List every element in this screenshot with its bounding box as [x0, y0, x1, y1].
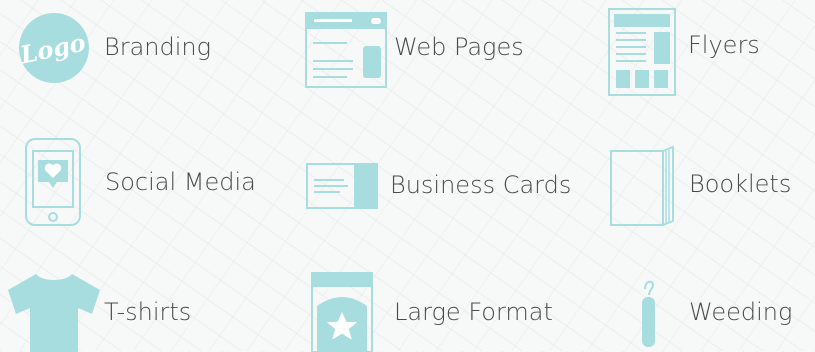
weeding-hook-icon	[638, 279, 658, 351]
service-label: Branding	[104, 33, 212, 61]
service-large-format[interactable]: Large Format	[295, 255, 585, 352]
banner-star-icon	[311, 272, 373, 352]
flyer-icon	[608, 8, 678, 98]
service-flyers[interactable]: Flyers	[595, 0, 810, 100]
service-social-media[interactable]: Social Media	[0, 125, 280, 235]
service-label: Flyers	[688, 31, 760, 59]
service-branding[interactable]: Logo Branding	[0, 0, 260, 100]
logo-badge-icon: Logo	[12, 13, 96, 83]
business-card-icon	[306, 163, 378, 211]
phone-heart-icon	[24, 138, 82, 228]
service-business-cards[interactable]: Business Cards	[295, 125, 585, 235]
service-label: Weeding	[689, 298, 793, 326]
service-web-pages[interactable]: Web Pages	[295, 0, 555, 100]
service-weeding[interactable]: Weeding	[595, 255, 810, 351]
booklet-icon	[610, 145, 678, 227]
service-booklets[interactable]: Booklets	[595, 125, 810, 235]
t-shirt-icon	[6, 272, 102, 352]
service-label: Web Pages	[394, 33, 524, 61]
web-page-icon	[305, 12, 387, 88]
service-label: Booklets	[689, 170, 792, 198]
service-label: T-shirts	[104, 298, 192, 326]
service-label: Business Cards	[390, 171, 572, 199]
service-label: Large Format	[394, 298, 553, 326]
service-t-shirts[interactable]: T-shirts	[0, 255, 280, 352]
service-label: Social Media	[105, 168, 256, 196]
